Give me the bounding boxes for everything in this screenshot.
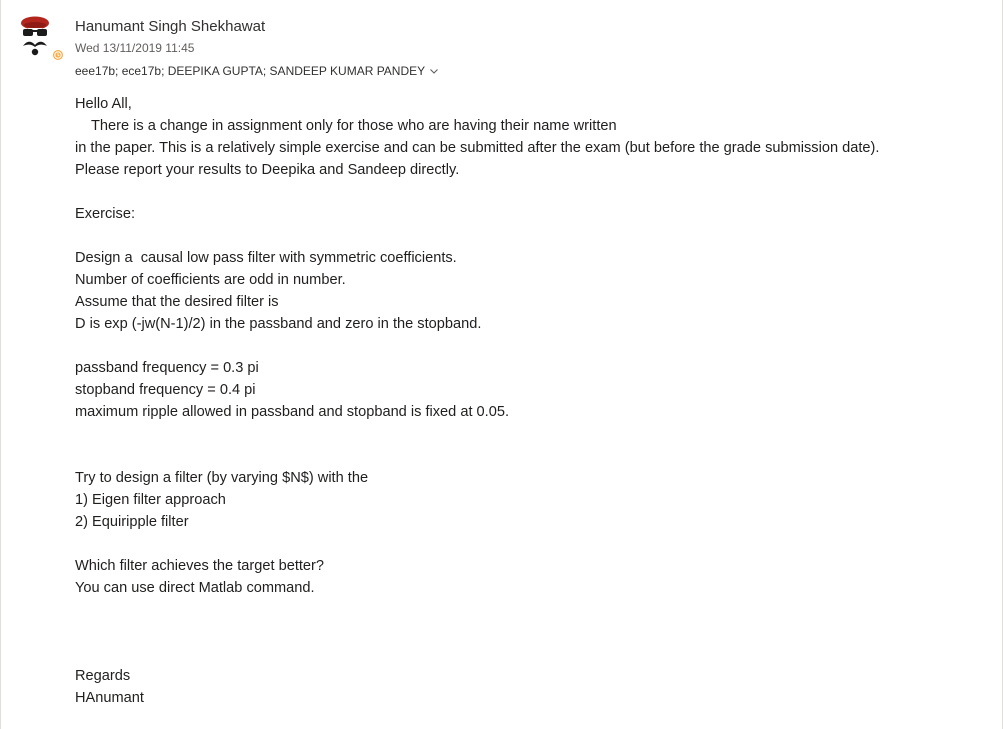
recipients-list[interactable]: eee17b; ece17b; DEEPIKA GUPTA; SANDEEP K… — [75, 64, 425, 78]
body-line: Which filter achieves the target better? — [75, 558, 325, 574]
body-line: Please report your results to Deepika an… — [75, 162, 460, 178]
message-body: Hello All, There is a change in assignme… — [75, 93, 990, 709]
body-line: Exercise: — [75, 206, 136, 222]
body-line: Try to design a filter (by varying $N$) … — [75, 470, 369, 486]
body-line: Hello All, — [75, 96, 132, 112]
avatar[interactable] — [17, 14, 65, 66]
body-line: in the paper. This is a relatively simpl… — [75, 140, 880, 156]
body-line: 2) Equiripple filter — [75, 514, 189, 530]
body-line: Assume that the desired filter is — [75, 294, 279, 310]
body-line: passband frequency = 0.3 pi — [75, 360, 259, 376]
sent-date: Wed 13/11/2019 11:45 — [75, 41, 195, 55]
body-line: Design a causal low pass filter with sym… — [75, 250, 457, 266]
body-line: 1) Eigen filter approach — [75, 492, 226, 508]
body-line — [75, 599, 990, 621]
body-line: There is a change in assignment only for… — [75, 118, 617, 134]
body-line — [75, 621, 990, 643]
body-line: maximum ripple allowed in passband and s… — [75, 404, 510, 420]
email-reading-pane: Hanumant Singh Shekhawat Wed 13/11/2019 … — [0, 0, 1003, 729]
body-line: Regards — [75, 668, 131, 684]
body-line — [75, 445, 990, 467]
body-line: stopband frequency = 0.4 pi — [75, 382, 256, 398]
body-line — [75, 335, 990, 357]
presence-badge — [51, 48, 65, 62]
body-line — [75, 423, 990, 445]
body-line: You can use direct Matlab command. — [75, 580, 315, 596]
body-line — [75, 225, 990, 247]
sender-name[interactable]: Hanumant Singh Shekhawat — [75, 18, 265, 35]
clock-icon — [54, 51, 62, 59]
body-line: HAnumant — [75, 690, 144, 706]
body-line — [75, 181, 990, 203]
body-line: D is exp (-jw(N-1)/2) in the passband an… — [75, 316, 482, 332]
body-line — [75, 533, 990, 555]
body-line: Number of coefficients are odd in number… — [75, 272, 346, 288]
chevron-down-icon[interactable] — [429, 66, 439, 76]
recipients-line[interactable]: eee17b; ece17b; DEEPIKA GUPTA; SANDEEP K… — [75, 64, 439, 78]
body-line — [75, 643, 990, 665]
